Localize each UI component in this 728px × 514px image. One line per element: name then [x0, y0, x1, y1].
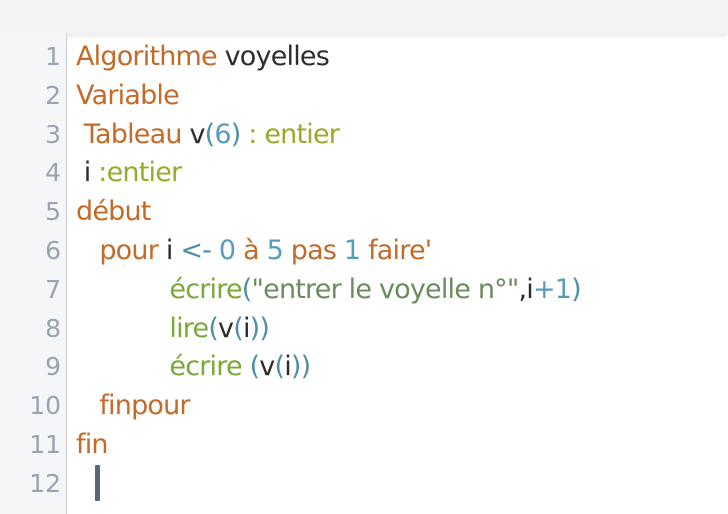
code-token-plain: i: [158, 235, 181, 266]
code-token-keyword: début: [76, 196, 151, 228]
code-token-plain: ,i: [518, 273, 533, 305]
line-number: 7: [45, 274, 61, 304]
line-number: 11: [29, 430, 61, 459]
code-token-keyword: Algorithme: [76, 41, 218, 72]
code-token-number: 1: [343, 235, 361, 266]
code-token-keyword: pas: [282, 235, 344, 266]
code-token-paren: ): [230, 118, 242, 150]
code-token-string: "entrer le voyelle n°": [251, 273, 520, 305]
line-number-gutter: 1 2 3 4 5 6 7 8 9 10 11 12: [0, 34, 67, 514]
code-editor[interactable]: 1 2 3 4 5 6 7 8 9 10 11 12 Algorithme voyelles Varia…: [0, 0, 728, 514]
code-line[interactable]: fin: [76, 426, 109, 464]
code-token-number: 0: [218, 235, 236, 266]
text-cursor: [95, 465, 100, 501]
code-token-plain: i: [284, 351, 291, 383]
line-number: 10: [29, 391, 61, 421]
code-token-plain: i: [76, 157, 99, 189]
code-token-paren: (: [241, 273, 253, 305]
code-token-keyword: finpour: [76, 390, 190, 422]
code-token-paren: )): [290, 351, 311, 383]
code-token-function: écrire: [76, 273, 242, 305]
code-token-keyword: Variable: [76, 79, 180, 111]
code-line[interactable]: début: [76, 193, 151, 231]
code-token-number: +1: [532, 273, 572, 305]
code-token-paren: (: [233, 312, 244, 344]
code-line[interactable]: pour i <- 0 à 5 pas 1 faire': [76, 232, 432, 270]
code-token-function: lire: [76, 312, 209, 344]
code-token-keyword: Tableau: [76, 118, 183, 150]
code-token-paren: <-: [180, 235, 212, 266]
line-number: 6: [45, 236, 61, 265]
code-token-plain: voyelles: [216, 41, 330, 72]
line-number: 2: [45, 80, 61, 110]
code-line[interactable]: Tableau v(6) : entier: [76, 116, 340, 154]
code-token-number: 6: [214, 118, 231, 150]
code-line[interactable]: écrire("entrer le voyelle n°",i+1): [76, 271, 581, 309]
code-token-keyword: fin: [76, 429, 109, 460]
editor-toolbar: [0, 0, 728, 34]
line-number: 5: [45, 197, 61, 227]
code-token-paren: ): [571, 273, 582, 305]
code-token-keyword: faire': [360, 235, 432, 266]
code-line[interactable]: lire(v(i)): [76, 310, 270, 348]
code-token-paren: (: [208, 312, 219, 344]
line-number: 1: [45, 42, 61, 71]
line-number: 8: [45, 313, 61, 343]
code-token-plain: v: [259, 351, 275, 383]
code-token-type: : entier: [240, 118, 340, 150]
code-token-keyword: pour: [76, 235, 159, 266]
code-token-paren: (: [204, 118, 216, 150]
code-token-keyword: à: [235, 235, 267, 266]
line-number: 12: [29, 468, 61, 498]
code-token-paren: )): [249, 312, 270, 344]
code-token-type: :entier: [98, 157, 182, 189]
code-token-function: écrire: [76, 351, 250, 383]
code-token-number: 5: [266, 235, 284, 266]
code-line[interactable]: Variable: [76, 77, 180, 115]
code-token-plain: v: [181, 118, 205, 150]
code-token-paren: (: [274, 351, 285, 383]
line-number: 3: [45, 119, 61, 149]
line-number: 4: [45, 158, 61, 188]
line-number: 9: [45, 352, 61, 382]
code-token-paren: (: [249, 351, 261, 383]
code-token-plain: i: [242, 312, 250, 344]
code-token-plain: v: [218, 312, 234, 344]
code-line[interactable]: finpour: [76, 387, 190, 425]
code-line[interactable]: écrire (v(i)): [76, 348, 311, 386]
code-line[interactable]: Algorithme voyelles: [76, 38, 330, 76]
code-line[interactable]: i :entier: [76, 154, 182, 192]
